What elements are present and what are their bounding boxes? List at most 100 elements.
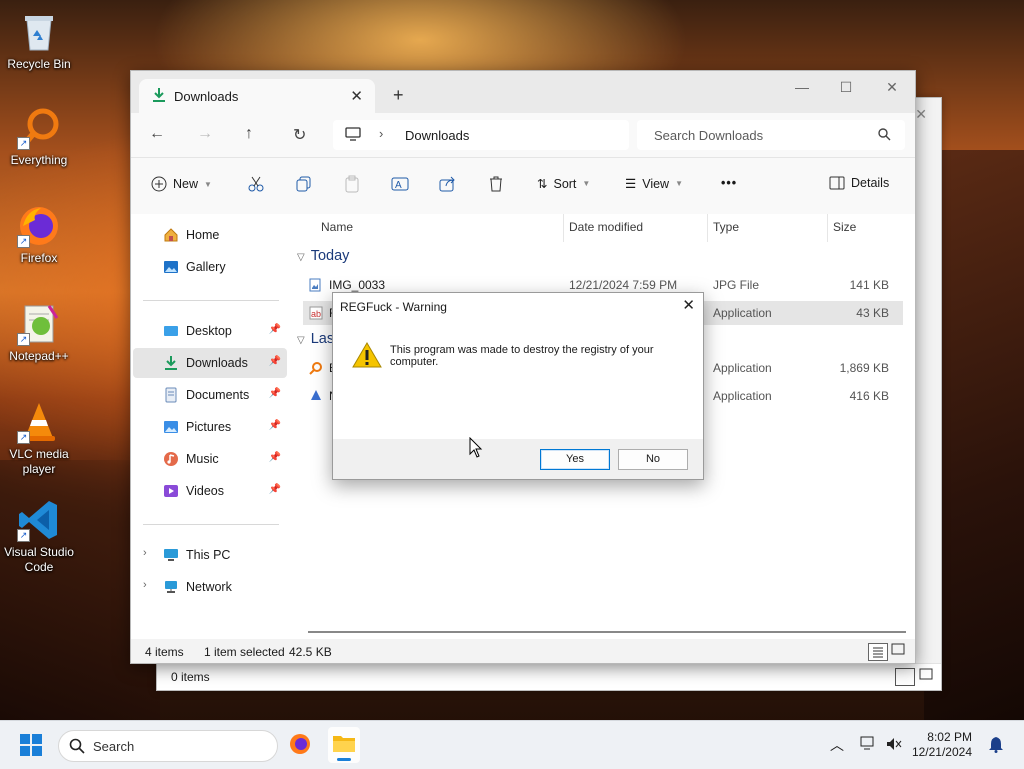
pin-icon[interactable]: 📌	[269, 388, 281, 399]
file-date: 12/21/2024 7:59 PM	[569, 278, 678, 292]
group-header-last[interactable]: ▽ Las	[297, 331, 334, 347]
mouse-cursor-icon	[469, 437, 483, 458]
delete-icon[interactable]	[487, 175, 505, 193]
divider	[143, 524, 279, 525]
more-options-button[interactable]: •••	[721, 176, 737, 190]
speaker-muted-icon[interactable]	[886, 737, 902, 751]
close-tab-icon[interactable]: ✕	[350, 87, 363, 105]
back-arrow-icon[interactable]: ←	[149, 125, 165, 143]
sort-button[interactable]: ⇅ Sort ▼	[537, 176, 590, 192]
chevron-right-icon[interactable]: ›	[143, 579, 147, 591]
rename-icon[interactable]: A	[391, 175, 409, 193]
sidebar-item-music[interactable]: Music 📌	[133, 444, 287, 474]
everything-search-icon: ↗	[17, 106, 61, 150]
new-tab-button[interactable]: +	[393, 85, 404, 106]
breadcrumb[interactable]: Downloads	[405, 128, 469, 143]
sidebar-item-downloads[interactable]: Downloads 📌	[133, 348, 287, 378]
desktop-icon-vlc[interactable]: ↗ VLC media player	[1, 400, 77, 477]
desktop-icon-label: Recycle Bin	[7, 57, 71, 71]
file-name: IMG_0033	[329, 278, 386, 292]
this-pc-icon	[164, 549, 178, 561]
close-icon[interactable]: ✕	[915, 106, 927, 123]
file-type: JPG File	[713, 278, 760, 292]
desktop-icon-everything[interactable]: ↗ Everything	[1, 106, 77, 168]
column-divider[interactable]	[563, 214, 564, 242]
sidebar-item-videos[interactable]: Videos 📌	[133, 476, 287, 506]
taskbar-search-box[interactable]: Search	[58, 730, 278, 762]
chevron-right-icon[interactable]: ›	[143, 547, 147, 559]
home-icon	[164, 228, 178, 242]
system-clock[interactable]: 8:02 PM 12/21/2024	[912, 730, 972, 760]
sidebar-item-this-pc[interactable]: › This PC	[133, 540, 287, 570]
shortcut-arrow-icon: ↗	[17, 431, 30, 444]
firefox-icon	[290, 734, 310, 754]
sidebar-item-pictures[interactable]: Pictures 📌	[133, 412, 287, 442]
up-arrow-icon[interactable]: ↑	[245, 125, 253, 143]
sidebar-item-network[interactable]: › Network	[133, 572, 287, 602]
column-header-name[interactable]: Name	[321, 220, 353, 234]
pin-icon[interactable]: 📌	[269, 452, 281, 463]
desktop-icon-notepadpp[interactable]: ↗ Notepad++	[1, 302, 77, 364]
taskbar-firefox[interactable]	[288, 732, 312, 759]
taskbar-file-explorer[interactable]	[328, 727, 360, 763]
pin-icon[interactable]: 📌	[269, 356, 281, 367]
close-icon[interactable]: ✕	[682, 296, 695, 314]
cut-icon[interactable]	[247, 175, 265, 193]
tab-downloads[interactable]: Downloads ✕	[139, 79, 375, 113]
sidebar-item-gallery[interactable]: Gallery	[133, 252, 287, 282]
horizontal-scrollbar[interactable]	[308, 631, 906, 633]
everything-search-icon	[309, 361, 323, 378]
desktop-icon-vscode[interactable]: ↗ Visual Studio Code	[1, 498, 77, 575]
yes-button[interactable]: Yes	[540, 449, 610, 470]
active-indicator	[337, 758, 351, 761]
sidebar-item-documents[interactable]: Documents 📌	[133, 380, 287, 410]
chevron-up-icon[interactable]: ︿	[830, 735, 844, 755]
forward-arrow-icon[interactable]: →	[197, 125, 213, 143]
notification-bell-icon[interactable]	[988, 736, 1004, 753]
column-header-size[interactable]: Size	[833, 220, 856, 234]
details-pane-button[interactable]: Details	[829, 176, 889, 190]
view-button[interactable]: ☰ View ▼	[625, 176, 683, 192]
pin-icon[interactable]: 📌	[269, 324, 281, 335]
new-button[interactable]: New ▼	[151, 176, 212, 192]
share-icon[interactable]	[439, 175, 457, 193]
network-status-icon[interactable]	[860, 736, 878, 752]
column-header-date[interactable]: Date modified	[569, 220, 643, 234]
desktop-icon-firefox[interactable]: ↗ Firefox	[1, 204, 77, 266]
chevron-right-icon[interactable]: ›	[379, 126, 383, 141]
address-bar[interactable]: › Downloads	[333, 120, 629, 150]
pin-icon[interactable]: 📌	[269, 420, 281, 431]
sidebar-item-desktop[interactable]: Desktop 📌	[133, 316, 287, 346]
start-button[interactable]	[20, 734, 42, 759]
column-divider[interactable]	[827, 214, 828, 242]
group-header-today[interactable]: ▽ Today	[297, 248, 349, 264]
pin-icon[interactable]: 📌	[269, 484, 281, 495]
tiles-view-icon[interactable]	[919, 668, 937, 684]
no-button[interactable]: No	[618, 449, 688, 470]
column-divider[interactable]	[707, 214, 708, 242]
paste-icon[interactable]	[343, 175, 361, 193]
copy-icon[interactable]	[295, 175, 313, 193]
shortcut-arrow-icon: ↗	[17, 529, 30, 542]
column-header-type[interactable]: Type	[713, 220, 739, 234]
minimize-icon[interactable]: —	[779, 79, 825, 95]
tiles-view-icon[interactable]	[891, 643, 909, 659]
notepad-plus-plus-icon: ↗	[17, 302, 61, 346]
search-box[interactable]: Search Downloads	[637, 120, 905, 150]
navigation-bar: ← → ↑ ↻ › Downloads Search Downloads	[131, 113, 915, 157]
warning-icon	[352, 342, 382, 368]
sidebar-item-home[interactable]: Home	[133, 220, 287, 250]
warning-dialog[interactable]: REGFuck - Warning ✕ This program was mad…	[332, 292, 704, 480]
vlc-icon: ↗	[17, 400, 61, 444]
status-selection: 1 item selected	[204, 645, 285, 659]
details-view-icon[interactable]	[895, 668, 915, 686]
refresh-icon[interactable]: ↻	[293, 125, 306, 145]
shortcut-arrow-icon: ↗	[17, 333, 30, 346]
details-button-label: Details	[851, 176, 890, 190]
close-window-icon[interactable]: ✕	[869, 79, 915, 96]
videos-folder-icon	[164, 485, 178, 497]
maximize-icon[interactable]: ☐	[823, 79, 869, 96]
details-view-icon[interactable]	[868, 643, 888, 661]
desktop-icon-recycle-bin[interactable]: Recycle Bin	[1, 10, 77, 72]
taskbar: Search ︿ 8:02 PM 12/21/2024	[0, 720, 1024, 769]
